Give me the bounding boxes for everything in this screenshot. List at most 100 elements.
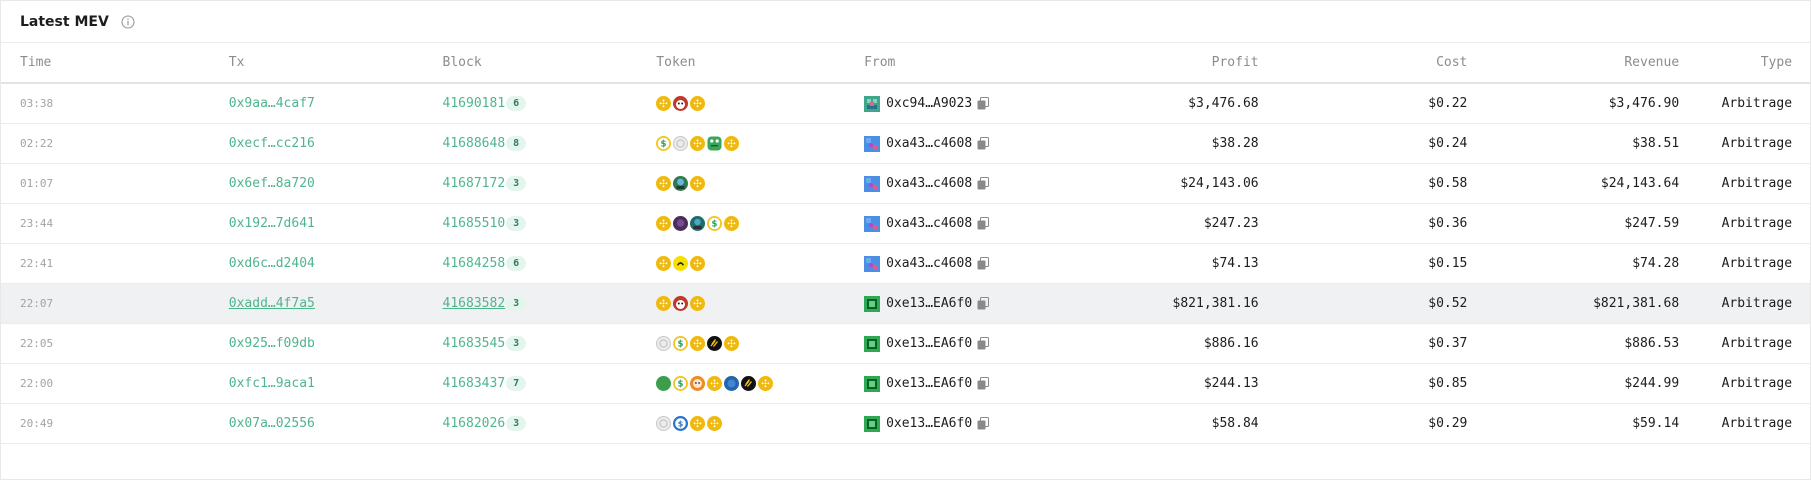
orange-face-icon[interactable] xyxy=(690,376,706,391)
grey-coin-icon[interactable] xyxy=(656,416,672,431)
table-row[interactable]: 22:00 0xfc1…9aca1 41683437 7 $ 0xe13…EA6f… xyxy=(1,364,1810,404)
copy-icon[interactable] xyxy=(977,297,990,310)
bnb-icon[interactable] xyxy=(707,416,723,431)
tx-hash-link[interactable]: 0x07a…02556 xyxy=(229,416,315,431)
bnb-icon[interactable] xyxy=(690,256,706,271)
copy-icon[interactable] xyxy=(977,337,990,350)
table-row[interactable]: 20:49 0x07a…02556 41682026 3 $ 0xe13…EA6f… xyxy=(1,404,1810,444)
from-address[interactable]: 0xe13…EA6f0 xyxy=(886,376,972,391)
black-stripe-icon[interactable] xyxy=(707,336,723,351)
block-number-link[interactable]: 41683545 xyxy=(443,336,506,351)
bnb-icon[interactable] xyxy=(724,336,740,351)
copy-icon[interactable] xyxy=(977,97,990,110)
red-frog-icon[interactable] xyxy=(673,96,689,111)
block-number-link[interactable]: 41690181 xyxy=(443,96,506,111)
column-from[interactable]: From xyxy=(864,55,1074,70)
green-dot-icon[interactable] xyxy=(656,376,672,391)
from-address[interactable]: 0xe13…EA6f0 xyxy=(886,296,972,311)
usd-green-icon[interactable]: $ xyxy=(673,336,689,351)
bnb-icon[interactable] xyxy=(690,336,706,351)
column-profit[interactable]: Profit xyxy=(1074,55,1259,70)
table-row[interactable]: 01:07 0x6ef…8a720 41687172 3 0xa43…c4608 … xyxy=(1,164,1810,204)
copy-icon[interactable] xyxy=(977,417,990,430)
copy-icon[interactable] xyxy=(977,177,990,190)
column-token[interactable]: Token xyxy=(656,55,864,70)
bnb-icon[interactable] xyxy=(758,376,774,391)
from-address[interactable]: 0xa43…c4608 xyxy=(886,256,972,271)
green-frog-icon[interactable] xyxy=(707,136,722,151)
block-number-link[interactable]: 41682026 xyxy=(443,416,506,431)
table-row[interactable]: 03:38 0x9aa…4caf7 41690181 6 0xc94…A9023 … xyxy=(1,84,1810,124)
bnb-icon[interactable] xyxy=(724,216,740,231)
usdc-blue-icon[interactable]: $ xyxy=(673,416,689,431)
blue-dot-icon[interactable] xyxy=(724,376,740,391)
table-row[interactable]: 22:41 0xd6c…d2404 41684258 6 0xa43…c4608 … xyxy=(1,244,1810,284)
block-number-link[interactable]: 41687172 xyxy=(443,176,506,191)
from-address[interactable]: 0xe13…EA6f0 xyxy=(886,416,972,431)
tx-hash-link[interactable]: 0x192…7d641 xyxy=(229,216,315,231)
teal-face-icon[interactable] xyxy=(690,216,706,231)
block-number-link[interactable]: 41688648 xyxy=(443,136,506,151)
column-cost[interactable]: Cost xyxy=(1259,55,1467,70)
column-tx[interactable]: Tx xyxy=(229,55,443,70)
green-face-icon[interactable] xyxy=(673,176,689,191)
grey-coin-icon[interactable] xyxy=(656,336,672,351)
tx-hash-link[interactable]: 0x9aa…4caf7 xyxy=(229,96,315,111)
column-time[interactable]: Time xyxy=(1,55,229,70)
tx-hash-link[interactable]: 0xadd…4f7a5 xyxy=(229,296,315,311)
mev-type: Arbitrage xyxy=(1721,336,1793,351)
copy-icon[interactable] xyxy=(977,137,990,150)
purple-face-icon[interactable] xyxy=(673,216,689,231)
from-address[interactable]: 0xa43…c4608 xyxy=(886,216,972,231)
block-number-link[interactable]: 41685510 xyxy=(443,216,506,231)
copy-icon[interactable] xyxy=(977,257,990,270)
mev-type: Arbitrage xyxy=(1721,296,1793,311)
usd-green-icon[interactable]: $ xyxy=(673,376,689,391)
bnb-icon[interactable] xyxy=(656,296,672,311)
token-list: $ xyxy=(656,216,864,231)
copy-icon[interactable] xyxy=(977,377,990,390)
bnb-icon[interactable] xyxy=(724,136,740,151)
svg-text:$: $ xyxy=(678,420,684,429)
table-row[interactable]: 22:07 0xadd…4f7a5 41683582 3 0xe13…EA6f0 … xyxy=(1,284,1810,324)
from-address[interactable]: 0xc94…A9023 xyxy=(886,96,972,111)
column-revenue[interactable]: Revenue xyxy=(1467,55,1679,70)
tx-hash-link[interactable]: 0x925…f09db xyxy=(229,336,315,351)
bnb-icon[interactable] xyxy=(690,176,706,191)
info-icon[interactable] xyxy=(121,14,135,29)
revenue-value: $886.53 xyxy=(1624,336,1680,351)
block-position-badge: 3 xyxy=(506,216,527,231)
bnb-icon[interactable] xyxy=(656,216,672,231)
table-row[interactable]: 02:22 0xecf…cc216 41688648 8 $ 0xa43…c460… xyxy=(1,124,1810,164)
red-frog-icon[interactable] xyxy=(673,296,689,311)
column-block[interactable]: Block xyxy=(443,55,657,70)
bnb-icon[interactable] xyxy=(690,136,706,151)
bnb-icon[interactable] xyxy=(656,256,672,271)
from-address[interactable]: 0xe13…EA6f0 xyxy=(886,336,972,351)
tx-hash-link[interactable]: 0xecf…cc216 xyxy=(229,136,315,151)
table-row[interactable]: 23:44 0x192…7d641 41685510 3 $ 0xa43…c460… xyxy=(1,204,1810,244)
yellow-face-icon[interactable] xyxy=(673,256,689,271)
block-number-link[interactable]: 41683437 xyxy=(443,376,506,391)
grey-coin-icon[interactable] xyxy=(673,136,689,151)
from-address[interactable]: 0xa43…c4608 xyxy=(886,176,972,191)
bnb-icon[interactable] xyxy=(707,376,723,391)
usd-green-icon[interactable]: $ xyxy=(707,216,723,231)
block-number-link[interactable]: 41684258 xyxy=(443,256,506,271)
black-stripe-icon[interactable] xyxy=(741,376,757,391)
from-address[interactable]: 0xa43…c4608 xyxy=(886,136,972,151)
block-number-link[interactable]: 41683582 xyxy=(443,296,506,311)
tx-hash-link[interactable]: 0x6ef…8a720 xyxy=(229,176,315,191)
revenue-value: $38.51 xyxy=(1632,136,1680,151)
bnb-icon[interactable] xyxy=(656,96,672,111)
bnb-icon[interactable] xyxy=(690,296,706,311)
column-type[interactable]: Type xyxy=(1679,55,1810,70)
table-row[interactable]: 22:05 0x925…f09db 41683545 3 $ 0xe13…EA6f… xyxy=(1,324,1810,364)
usd-green-icon[interactable]: $ xyxy=(656,136,672,151)
copy-icon[interactable] xyxy=(977,217,990,230)
bnb-icon[interactable] xyxy=(690,416,706,431)
tx-hash-link[interactable]: 0xd6c…d2404 xyxy=(229,256,315,271)
bnb-icon[interactable] xyxy=(656,176,672,191)
tx-hash-link[interactable]: 0xfc1…9aca1 xyxy=(229,376,315,391)
bnb-icon[interactable] xyxy=(690,96,706,111)
